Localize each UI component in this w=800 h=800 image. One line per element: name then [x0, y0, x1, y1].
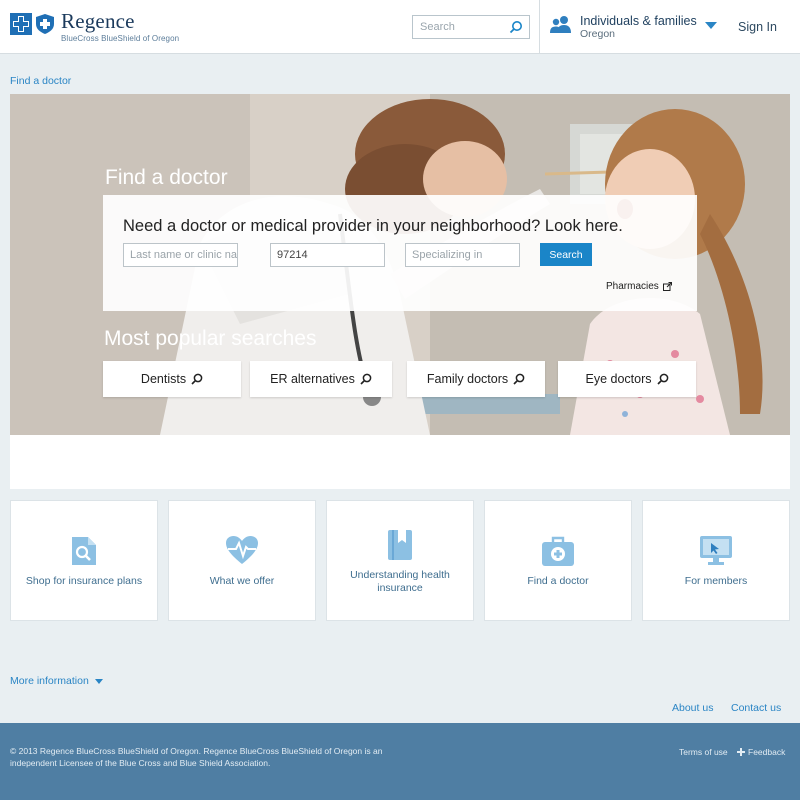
external-link-icon	[662, 282, 672, 291]
monitor-icon	[700, 536, 732, 565]
feedback-link[interactable]: Feedback	[737, 747, 785, 757]
site-header: Regence BlueCross BlueShield of Oregon I…	[0, 0, 800, 54]
card-what-we-offer[interactable]: What we offer	[168, 500, 316, 621]
popular-search-label: Dentists	[140, 372, 187, 386]
people-icon	[550, 16, 571, 33]
hero-title: Find a doctor	[105, 166, 228, 189]
hero-bottom-band	[10, 435, 790, 489]
name-or-clinic-input[interactable]	[123, 243, 238, 267]
audience-title: Individuals & families	[580, 14, 697, 28]
card-label: Understanding health insurance	[350, 569, 450, 594]
specialty-input[interactable]	[405, 243, 520, 267]
chevron-down-icon	[704, 22, 717, 29]
card-label: Find a doctor	[527, 575, 589, 587]
card-understanding-health-insurance[interactable]: Understanding health insurance	[326, 500, 474, 621]
hero-banner: Find a doctor Need a doctor or medical p…	[10, 94, 790, 435]
card-for-members[interactable]: For members	[642, 500, 790, 621]
popular-search-family-doctors[interactable]: Family doctors	[407, 361, 545, 397]
header-divider	[539, 0, 540, 54]
card-label: Shop for insurance plans	[25, 575, 143, 587]
search-icon	[513, 373, 525, 385]
popular-search-label: ER alternatives	[270, 372, 355, 386]
magnifier-document-icon	[72, 537, 96, 565]
doctor-finder-panel: Need a doctor or medical provider in you…	[103, 195, 697, 311]
search-icon	[656, 373, 668, 385]
popular-search-er-alternatives[interactable]: ER alternatives	[250, 361, 392, 397]
popular-search-label: Family doctors	[426, 372, 509, 386]
brand-name: Regence	[61, 9, 135, 33]
search-icon[interactable]	[509, 20, 523, 34]
plus-icon	[737, 748, 745, 756]
pharmacies-label: Pharmacies	[606, 281, 659, 292]
site-search	[412, 15, 530, 39]
blue-cross-icon	[10, 13, 32, 35]
site-footer: © 2013 Regence BlueCross BlueShield of O…	[0, 723, 800, 800]
search-icon	[191, 373, 203, 385]
search-input[interactable]	[413, 16, 505, 38]
search-icon	[360, 373, 372, 385]
chevron-down-icon	[94, 678, 103, 684]
audience-selector[interactable]: Individuals & families Oregon	[550, 14, 717, 40]
popular-search-eye-doctors[interactable]: Eye doctors	[558, 361, 696, 397]
card-find-a-doctor[interactable]: Find a doctor	[484, 500, 632, 621]
pharmacies-link[interactable]: Pharmacies	[606, 281, 672, 292]
brand-tagline: BlueCross BlueShield of Oregon	[61, 34, 180, 43]
regence-logo[interactable]: Regence BlueCross BlueShield of Oregon	[10, 10, 179, 43]
zip-code-input[interactable]	[270, 243, 385, 267]
more-information-toggle[interactable]: More information	[10, 675, 103, 687]
audience-region: Oregon	[580, 28, 616, 40]
feedback-label: Feedback	[748, 747, 786, 757]
popular-search-dentists[interactable]: Dentists	[103, 361, 241, 397]
blue-shield-icon	[36, 14, 54, 34]
about-us-link[interactable]: About us	[672, 702, 713, 714]
breadcrumb[interactable]: Find a doctor	[10, 75, 71, 87]
sign-in-link[interactable]: Sign In	[738, 20, 777, 34]
medical-bag-icon	[542, 536, 574, 566]
find-doctor-search-button[interactable]: Search	[540, 243, 592, 266]
popular-searches-title: Most popular searches	[104, 327, 317, 350]
book-icon	[388, 530, 412, 560]
contact-us-link[interactable]: Contact us	[731, 702, 781, 714]
card-label: What we offer	[209, 575, 275, 587]
card-shop-insurance-plans[interactable]: Shop for insurance plans	[10, 500, 158, 621]
finder-question: Need a doctor or medical provider in you…	[123, 217, 623, 235]
more-information-label: More information	[10, 675, 89, 687]
heart-pulse-icon	[226, 536, 258, 564]
popular-search-label: Eye doctors	[585, 372, 652, 386]
copyright-text: © 2013 Regence BlueCross BlueShield of O…	[10, 746, 383, 768]
terms-of-use-link[interactable]: Terms of use	[679, 747, 728, 757]
logo-marks	[10, 13, 56, 35]
card-label: For members	[684, 575, 748, 587]
